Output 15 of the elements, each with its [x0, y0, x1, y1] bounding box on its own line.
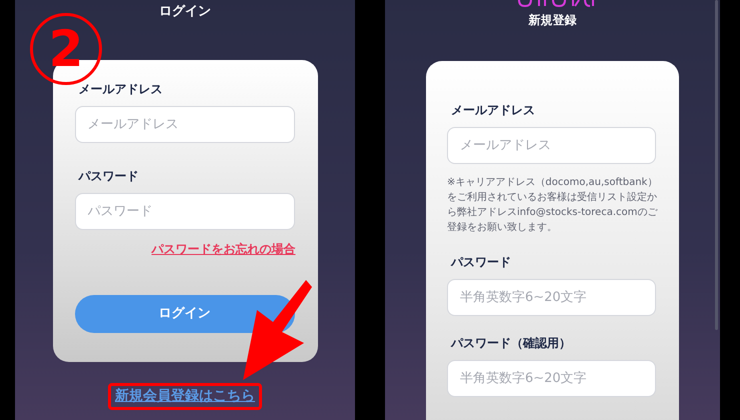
login-button[interactable]: ログイン [74, 294, 294, 332]
input-field[interactable]: 半角英数字6~20文字 [447, 360, 656, 397]
input-field[interactable]: メールアドレス [74, 106, 294, 142]
forgot-password-link[interactable]: パスワードをお忘れの場合 [152, 240, 296, 258]
input-field[interactable]: メールアドレス [447, 127, 656, 164]
field-label: メールアドレス [451, 102, 536, 119]
field-label: パスワード [451, 254, 512, 271]
input-field[interactable]: パスワード [74, 192, 294, 230]
carrier-note: ※キャリアアドレス（docomo,au,softbank）をご利用されているお客様は受信リスト設定から弊社アドレスinfo@stocks-toreca.comのご登録をお願い致します。 [447, 176, 658, 235]
input-field[interactable]: 半角英数字6~20文字 [447, 279, 656, 316]
screen-title: ログイン [159, 3, 211, 21]
screen-title: 新規登録 [528, 12, 576, 29]
register-link[interactable]: 新規会員登録はこちら [108, 382, 262, 410]
field-label: パスワード（確認用） [451, 335, 572, 352]
field-label: パスワード [78, 168, 140, 184]
